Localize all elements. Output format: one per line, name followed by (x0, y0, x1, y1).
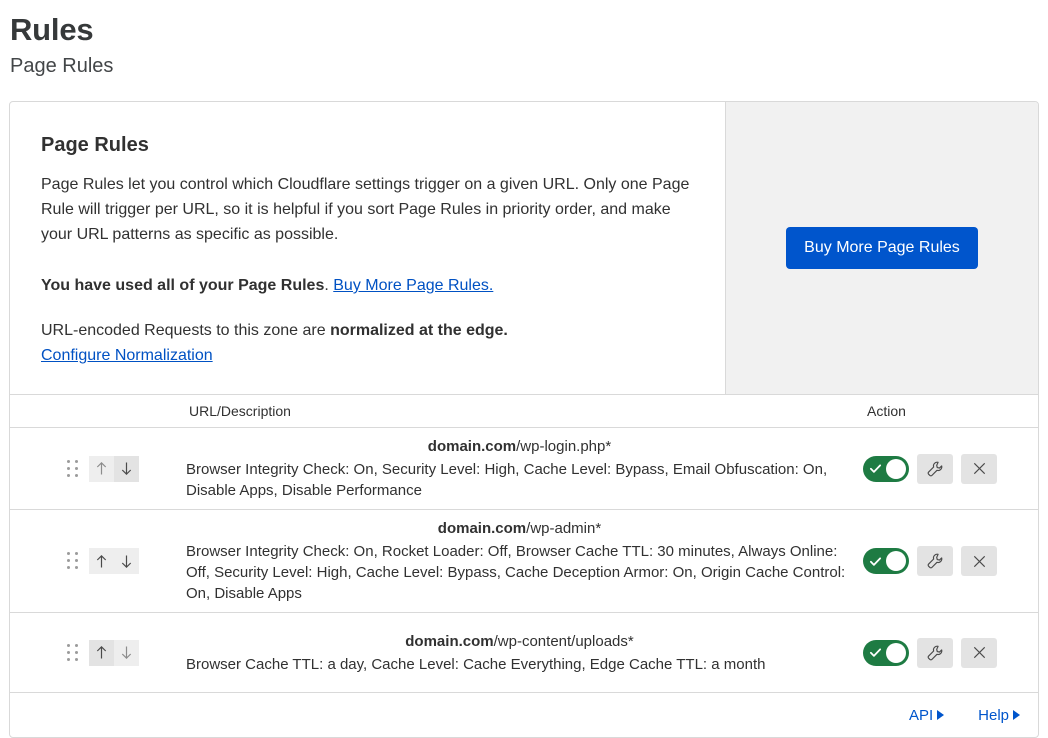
toggle-knob (886, 642, 906, 663)
drag-handle-icon[interactable] (67, 552, 79, 570)
move-down-button[interactable] (114, 639, 139, 666)
close-icon (973, 462, 985, 475)
check-icon (869, 464, 882, 473)
normalization-line: URL-encoded Requests to this zone are no… (41, 318, 695, 368)
delete-rule-button[interactable] (961, 546, 997, 576)
row-reorder-cell (10, 455, 186, 482)
normalize-emphasis: normalized at the edge. (330, 322, 508, 339)
toggle-knob (886, 551, 906, 571)
wrench-icon (927, 553, 943, 569)
move-up-button[interactable] (89, 639, 114, 666)
rule-path: /wp-admin* (526, 520, 602, 537)
wrench-icon (927, 645, 943, 660)
api-link-label: API (908, 706, 934, 724)
normalize-prefix: URL-encoded Requests to this zone are (41, 322, 331, 339)
table-header-row: URL/Description Action (10, 395, 1038, 428)
buy-panel: Buy More Page Rules (725, 102, 1038, 394)
move-down-button[interactable] (114, 455, 139, 482)
page-title: Rules (10, 12, 94, 47)
chevron-right-icon (937, 710, 945, 720)
drag-handle-icon[interactable] (67, 459, 79, 478)
move-down-button[interactable] (114, 548, 139, 574)
close-icon (973, 555, 985, 567)
header-url-label: URL/Description (189, 403, 291, 419)
rule-enabled-toggle[interactable] (863, 548, 909, 574)
rule-domain: domain.com (437, 520, 527, 537)
close-icon (973, 646, 985, 659)
table-row: domain.com/wp-admin* Browser Integrity C… (10, 510, 1038, 613)
rule-url: domain.com/wp-admin* (186, 518, 853, 540)
move-up-button[interactable] (89, 455, 114, 482)
edit-rule-button[interactable] (917, 453, 953, 484)
row-url-cell: domain.com/wp-admin* Browser Integrity C… (186, 518, 863, 604)
reorder-buttons (89, 455, 139, 482)
header-action-label: Action (867, 403, 906, 419)
rule-description: Browser Integrity Check: On, Security Le… (186, 461, 828, 499)
rule-description: Browser Cache TTL: a day, Cache Level: C… (186, 655, 766, 673)
table-row: domain.com/wp-login.php* Browser Integri… (10, 428, 1038, 510)
check-icon (869, 556, 882, 566)
rule-url: domain.com/wp-content/uploads* (186, 631, 853, 653)
intro-heading: Page Rules (41, 134, 149, 156)
header-url-cell: URL/Description (186, 402, 863, 420)
table-row: domain.com/wp-content/uploads* Browser C… (10, 613, 1038, 693)
row-reorder-cell (10, 548, 186, 574)
intro-section: Page Rules Page Rules let you control wh… (10, 102, 1038, 395)
intro-text-column: Page Rules Page Rules let you control wh… (10, 102, 725, 394)
row-action-cell (863, 453, 1038, 484)
buy-more-page-rules-link[interactable]: Buy More Page Rules. (333, 277, 493, 294)
api-link[interactable]: API (908, 706, 945, 724)
rule-enabled-toggle[interactable] (863, 455, 909, 482)
rule-domain: domain.com (427, 438, 517, 455)
rule-path: /wp-login.php* (516, 438, 612, 455)
row-url-cell: domain.com/wp-login.php* Browser Integri… (186, 436, 863, 501)
toggle-knob (886, 458, 906, 479)
quota-period: . (324, 277, 329, 294)
page-subtitle: Page Rules (10, 55, 114, 77)
help-link-label: Help (978, 706, 1009, 724)
delete-rule-button[interactable] (961, 637, 997, 668)
header-action-cell: Action (863, 402, 1038, 420)
configure-normalization-link[interactable]: Configure Normalization (41, 343, 213, 368)
move-up-button[interactable] (89, 548, 114, 574)
check-icon (869, 648, 882, 657)
row-url-cell: domain.com/wp-content/uploads* Browser C… (186, 631, 863, 675)
delete-rule-button[interactable] (961, 453, 997, 484)
quota-text: You have used all of your Page Rules (41, 277, 325, 294)
rules-list: domain.com/wp-login.php* Browser Integri… (10, 428, 1038, 693)
drag-handle-icon[interactable] (67, 643, 79, 662)
rule-url: domain.com/wp-login.php* (186, 436, 853, 458)
page-rules-card: Page Rules Page Rules let you control wh… (9, 101, 1039, 738)
page-header: Rules Page Rules (0, 0, 1048, 80)
intro-description: Page Rules let you control which Cloudfl… (41, 176, 690, 243)
edit-rule-button[interactable] (917, 637, 953, 668)
row-reorder-cell (10, 639, 186, 666)
rule-path: /wp-content/uploads* (493, 632, 634, 650)
row-action-cell (863, 637, 1038, 668)
help-link[interactable]: Help (978, 707, 1020, 724)
rule-domain: domain.com (405, 632, 494, 650)
quota-line: You have used all of your Page Rules. Bu… (41, 273, 695, 298)
row-action-cell (863, 546, 1038, 576)
rule-enabled-toggle[interactable] (863, 639, 909, 666)
card-footer: API Help (10, 693, 1038, 737)
edit-rule-button[interactable] (917, 546, 953, 576)
chevron-right-icon (1013, 710, 1020, 720)
reorder-buttons (89, 639, 139, 666)
buy-more-page-rules-button[interactable]: Buy More Page Rules (786, 227, 978, 269)
reorder-buttons (89, 548, 139, 574)
wrench-icon (927, 461, 943, 476)
rule-description: Browser Integrity Check: On, Rocket Load… (186, 543, 846, 602)
